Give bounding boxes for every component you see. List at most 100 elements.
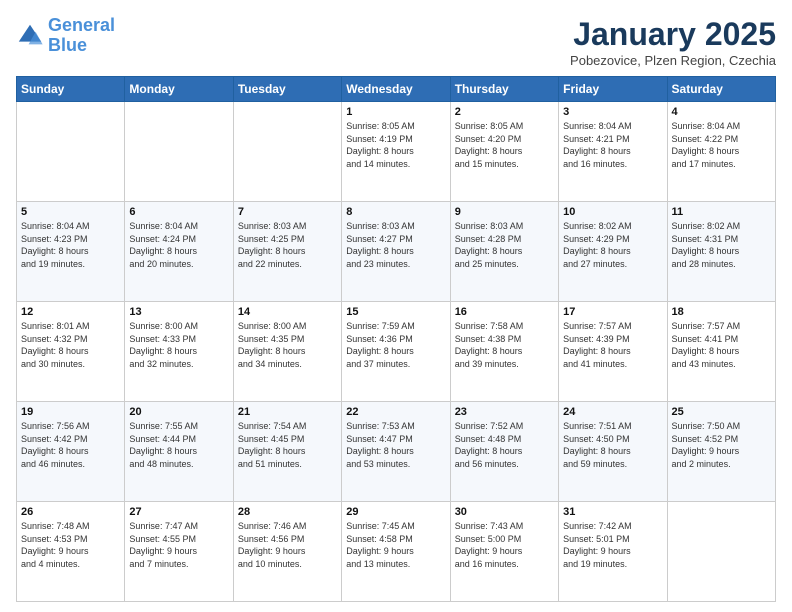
day-number: 26 bbox=[21, 506, 120, 518]
logo-line2: Blue bbox=[48, 35, 87, 55]
calendar-day-cell: 18 Sunrise: 7:57 AM Sunset: 4:41 PM Dayli… bbox=[667, 302, 775, 402]
calendar-day-header: Friday bbox=[559, 77, 667, 102]
day-info: Sunrise: 8:03 AM Sunset: 4:25 PM Dayligh… bbox=[238, 220, 337, 270]
day-info: Sunrise: 8:04 AM Sunset: 4:24 PM Dayligh… bbox=[129, 220, 228, 270]
day-number: 13 bbox=[129, 306, 228, 318]
calendar-day-cell: 6 Sunrise: 8:04 AM Sunset: 4:24 PM Daylig… bbox=[125, 202, 233, 302]
calendar-header-row: SundayMondayTuesdayWednesdayThursdayFrid… bbox=[17, 77, 776, 102]
logo-icon bbox=[16, 22, 44, 50]
day-info: Sunrise: 7:47 AM Sunset: 4:55 PM Dayligh… bbox=[129, 520, 228, 570]
day-info: Sunrise: 8:02 AM Sunset: 4:29 PM Dayligh… bbox=[563, 220, 662, 270]
calendar-day-cell: 17 Sunrise: 7:57 AM Sunset: 4:39 PM Dayli… bbox=[559, 302, 667, 402]
day-info: Sunrise: 8:03 AM Sunset: 4:28 PM Dayligh… bbox=[455, 220, 554, 270]
calendar-week-row: 19 Sunrise: 7:56 AM Sunset: 4:42 PM Dayli… bbox=[17, 402, 776, 502]
calendar-day-cell: 7 Sunrise: 8:03 AM Sunset: 4:25 PM Daylig… bbox=[233, 202, 341, 302]
day-info: Sunrise: 7:50 AM Sunset: 4:52 PM Dayligh… bbox=[672, 420, 771, 470]
calendar-day-cell: 21 Sunrise: 7:54 AM Sunset: 4:45 PM Dayli… bbox=[233, 402, 341, 502]
logo: General Blue bbox=[16, 16, 115, 56]
calendar-day-cell: 19 Sunrise: 7:56 AM Sunset: 4:42 PM Dayli… bbox=[17, 402, 125, 502]
calendar-day-cell: 27 Sunrise: 7:47 AM Sunset: 4:55 PM Dayli… bbox=[125, 502, 233, 602]
page: General Blue January 2025 Pobezovice, Pl… bbox=[0, 0, 792, 612]
calendar-day-cell: 30 Sunrise: 7:43 AM Sunset: 5:00 PM Dayli… bbox=[450, 502, 558, 602]
day-info: Sunrise: 7:48 AM Sunset: 4:53 PM Dayligh… bbox=[21, 520, 120, 570]
day-info: Sunrise: 8:00 AM Sunset: 4:33 PM Dayligh… bbox=[129, 320, 228, 370]
day-info: Sunrise: 7:57 AM Sunset: 4:41 PM Dayligh… bbox=[672, 320, 771, 370]
day-number: 21 bbox=[238, 406, 337, 418]
calendar-day-cell: 15 Sunrise: 7:59 AM Sunset: 4:36 PM Dayli… bbox=[342, 302, 450, 402]
day-info: Sunrise: 7:59 AM Sunset: 4:36 PM Dayligh… bbox=[346, 320, 445, 370]
day-number: 28 bbox=[238, 506, 337, 518]
day-info: Sunrise: 8:04 AM Sunset: 4:22 PM Dayligh… bbox=[672, 120, 771, 170]
calendar-day-cell: 29Sunrise: 7:45 AM Sunset: 4:58 PM Dayli… bbox=[342, 502, 450, 602]
calendar-day-cell: 22 Sunrise: 7:53 AM Sunset: 4:47 PM Dayli… bbox=[342, 402, 450, 502]
day-number: 4 bbox=[672, 106, 771, 118]
day-info: Sunrise: 7:54 AM Sunset: 4:45 PM Dayligh… bbox=[238, 420, 337, 470]
calendar-week-row: 5 Sunrise: 8:04 AM Sunset: 4:23 PM Daylig… bbox=[17, 202, 776, 302]
calendar-day-header: Thursday bbox=[450, 77, 558, 102]
day-info: Sunrise: 7:43 AM Sunset: 5:00 PM Dayligh… bbox=[455, 520, 554, 570]
day-info: Sunrise: 7:51 AM Sunset: 4:50 PM Dayligh… bbox=[563, 420, 662, 470]
calendar-day-cell: 16 Sunrise: 7:58 AM Sunset: 4:38 PM Dayli… bbox=[450, 302, 558, 402]
day-info: Sunrise: 8:05 AM Sunset: 4:20 PM Dayligh… bbox=[455, 120, 554, 170]
day-number: 16 bbox=[455, 306, 554, 318]
calendar-day-cell: 3 Sunrise: 8:04 AM Sunset: 4:21 PM Daylig… bbox=[559, 102, 667, 202]
calendar-day-cell bbox=[125, 102, 233, 202]
day-info: Sunrise: 8:00 AM Sunset: 4:35 PM Dayligh… bbox=[238, 320, 337, 370]
day-number: 14 bbox=[238, 306, 337, 318]
day-info: Sunrise: 8:04 AM Sunset: 4:23 PM Dayligh… bbox=[21, 220, 120, 270]
calendar-day-cell bbox=[17, 102, 125, 202]
day-number: 10 bbox=[563, 206, 662, 218]
calendar-day-cell: 28 Sunrise: 7:46 AM Sunset: 4:56 PM Dayli… bbox=[233, 502, 341, 602]
calendar-day-cell: 5 Sunrise: 8:04 AM Sunset: 4:23 PM Daylig… bbox=[17, 202, 125, 302]
day-number: 22 bbox=[346, 406, 445, 418]
calendar-day-header: Saturday bbox=[667, 77, 775, 102]
day-info: Sunrise: 7:58 AM Sunset: 4:38 PM Dayligh… bbox=[455, 320, 554, 370]
calendar-day-cell: 24Sunrise: 7:51 AM Sunset: 4:50 PM Dayli… bbox=[559, 402, 667, 502]
day-number: 17 bbox=[563, 306, 662, 318]
day-number: 18 bbox=[672, 306, 771, 318]
day-number: 6 bbox=[129, 206, 228, 218]
calendar-day-cell: 2Sunrise: 8:05 AM Sunset: 4:20 PM Daylig… bbox=[450, 102, 558, 202]
day-number: 20 bbox=[129, 406, 228, 418]
calendar-day-cell: 14 Sunrise: 8:00 AM Sunset: 4:35 PM Dayli… bbox=[233, 302, 341, 402]
day-number: 3 bbox=[563, 106, 662, 118]
calendar-week-row: 26 Sunrise: 7:48 AM Sunset: 4:53 PM Dayli… bbox=[17, 502, 776, 602]
calendar-day-header: Wednesday bbox=[342, 77, 450, 102]
header: General Blue January 2025 Pobezovice, Pl… bbox=[16, 16, 776, 68]
day-number: 23 bbox=[455, 406, 554, 418]
location: Pobezovice, Plzen Region, Czechia bbox=[570, 53, 776, 68]
calendar-day-cell: 9 Sunrise: 8:03 AM Sunset: 4:28 PM Daylig… bbox=[450, 202, 558, 302]
day-number: 11 bbox=[672, 206, 771, 218]
day-info: Sunrise: 7:46 AM Sunset: 4:56 PM Dayligh… bbox=[238, 520, 337, 570]
day-info: Sunrise: 7:56 AM Sunset: 4:42 PM Dayligh… bbox=[21, 420, 120, 470]
calendar-day-cell: 4 Sunrise: 8:04 AM Sunset: 4:22 PM Daylig… bbox=[667, 102, 775, 202]
day-info: Sunrise: 7:55 AM Sunset: 4:44 PM Dayligh… bbox=[129, 420, 228, 470]
day-info: Sunrise: 8:04 AM Sunset: 4:21 PM Dayligh… bbox=[563, 120, 662, 170]
calendar-day-cell bbox=[233, 102, 341, 202]
calendar-day-cell: 31Sunrise: 7:42 AM Sunset: 5:01 PM Dayli… bbox=[559, 502, 667, 602]
logo-line1: General bbox=[48, 15, 115, 35]
calendar-day-cell: 25Sunrise: 7:50 AM Sunset: 4:52 PM Dayli… bbox=[667, 402, 775, 502]
day-number: 27 bbox=[129, 506, 228, 518]
calendar-day-header: Sunday bbox=[17, 77, 125, 102]
day-info: Sunrise: 7:57 AM Sunset: 4:39 PM Dayligh… bbox=[563, 320, 662, 370]
day-info: Sunrise: 8:05 AM Sunset: 4:19 PM Dayligh… bbox=[346, 120, 445, 170]
calendar-day-cell: 8Sunrise: 8:03 AM Sunset: 4:27 PM Daylig… bbox=[342, 202, 450, 302]
calendar-day-cell: 1 Sunrise: 8:05 AM Sunset: 4:19 PM Daylig… bbox=[342, 102, 450, 202]
calendar-day-cell: 11Sunrise: 8:02 AM Sunset: 4:31 PM Dayli… bbox=[667, 202, 775, 302]
day-number: 8 bbox=[346, 206, 445, 218]
day-number: 31 bbox=[563, 506, 662, 518]
calendar-day-header: Tuesday bbox=[233, 77, 341, 102]
day-info: Sunrise: 7:53 AM Sunset: 4:47 PM Dayligh… bbox=[346, 420, 445, 470]
calendar-day-cell: 20 Sunrise: 7:55 AM Sunset: 4:44 PM Dayli… bbox=[125, 402, 233, 502]
day-number: 1 bbox=[346, 106, 445, 118]
day-number: 15 bbox=[346, 306, 445, 318]
calendar-day-cell: 13 Sunrise: 8:00 AM Sunset: 4:33 PM Dayli… bbox=[125, 302, 233, 402]
calendar-day-cell: 12Sunrise: 8:01 AM Sunset: 4:32 PM Dayli… bbox=[17, 302, 125, 402]
day-number: 30 bbox=[455, 506, 554, 518]
day-number: 7 bbox=[238, 206, 337, 218]
day-number: 19 bbox=[21, 406, 120, 418]
day-number: 9 bbox=[455, 206, 554, 218]
day-number: 5 bbox=[21, 206, 120, 218]
calendar-week-row: 1 Sunrise: 8:05 AM Sunset: 4:19 PM Daylig… bbox=[17, 102, 776, 202]
